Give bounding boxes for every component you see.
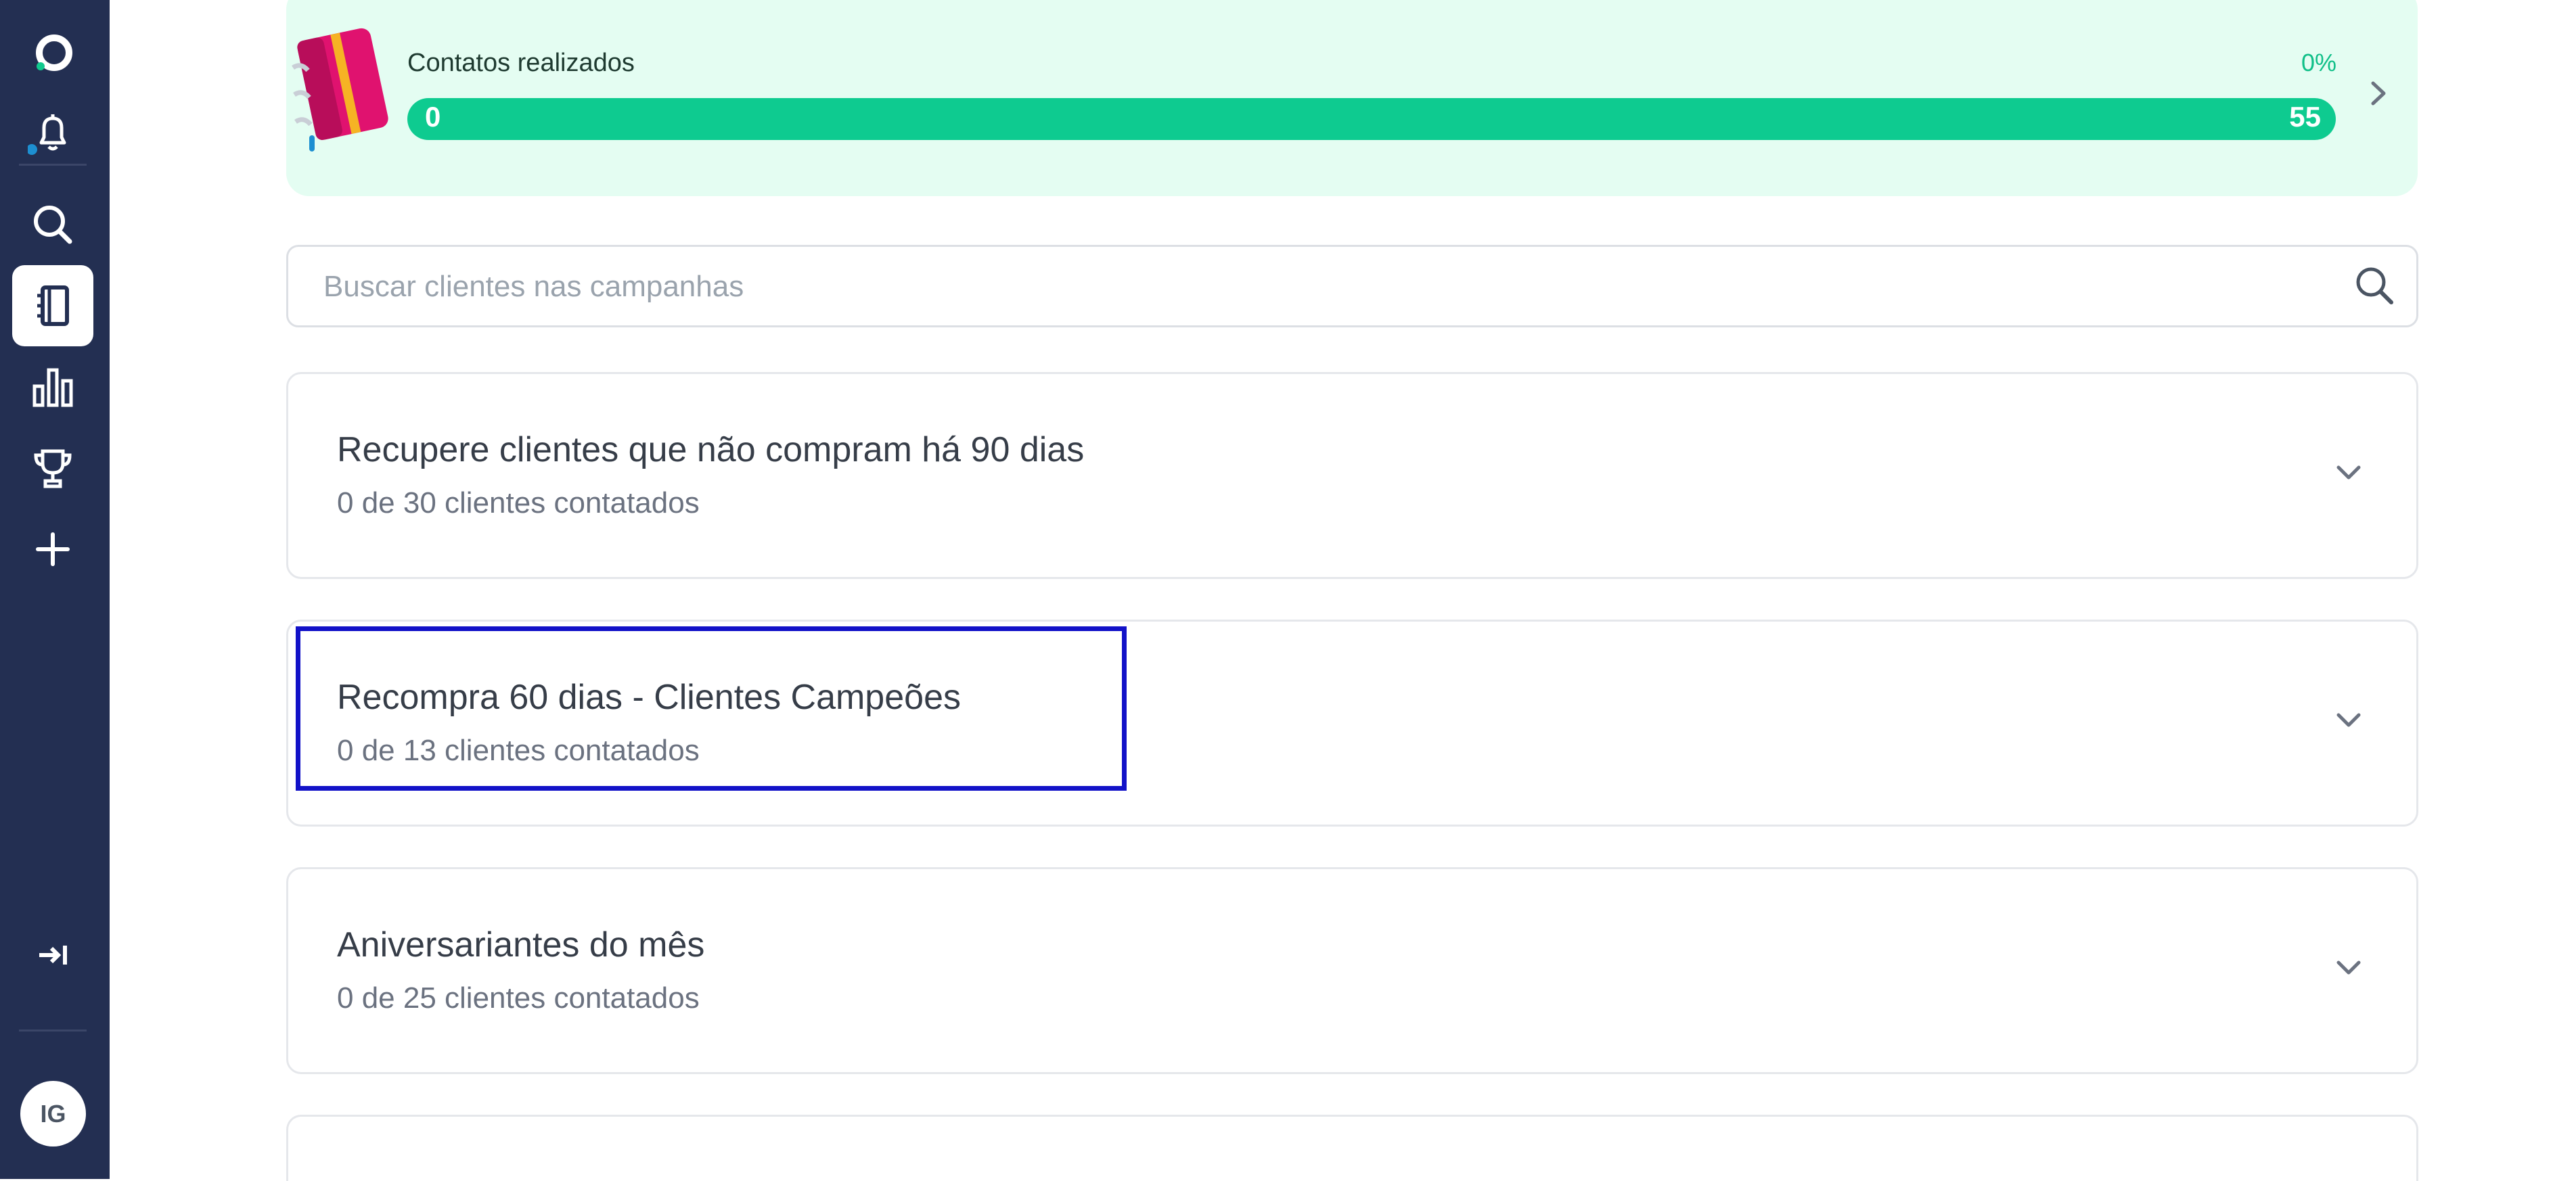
campaign-progress-text: 0 de 25 clientes contatados bbox=[337, 981, 700, 1015]
trophy-icon[interactable] bbox=[12, 427, 93, 509]
sidebar-divider bbox=[19, 1029, 87, 1032]
notebook-illustration-icon bbox=[286, 20, 394, 159]
progress-max-value: 55 bbox=[2289, 101, 2321, 133]
plus-icon[interactable] bbox=[12, 509, 93, 590]
campaign-card[interactable]: Aniversariantes do mês 0 de 25 clientes … bbox=[286, 867, 2418, 1074]
avatar[interactable]: IG bbox=[20, 1081, 86, 1147]
progress-label: Contatos realizados bbox=[407, 49, 635, 77]
search-nav-icon[interactable] bbox=[12, 184, 93, 265]
search-box bbox=[286, 245, 2418, 327]
chevron-down-icon[interactable] bbox=[2332, 459, 2366, 490]
campaign-title: Recupere clientes que não compram há 90 … bbox=[337, 430, 1085, 469]
campaign-title: Aniversariantes do mês bbox=[337, 925, 705, 965]
notification-bell-icon[interactable] bbox=[12, 92, 93, 173]
campaigns-notebook-icon[interactable] bbox=[12, 265, 93, 346]
bar-chart-icon[interactable] bbox=[12, 346, 93, 427]
chevron-right-icon[interactable] bbox=[2365, 76, 2392, 114]
campaign-progress-text: 0 de 30 clientes contatados bbox=[337, 486, 700, 519]
progress-bar bbox=[407, 98, 2336, 140]
campaign-card[interactable]: Recupere clientes que não compram há 90 … bbox=[286, 372, 2418, 579]
search-input[interactable] bbox=[322, 266, 2321, 308]
search-icon[interactable] bbox=[2352, 263, 2397, 311]
chevron-down-icon[interactable] bbox=[2332, 954, 2366, 985]
logo-icon[interactable] bbox=[12, 12, 93, 93]
sidebar-divider bbox=[19, 164, 87, 166]
sidebar: IG bbox=[0, 0, 110, 1179]
progress-min-value: 0 bbox=[425, 101, 441, 133]
highlight-box bbox=[296, 626, 1127, 791]
chevron-down-icon[interactable] bbox=[2332, 707, 2366, 737]
campaign-card[interactable] bbox=[286, 1115, 2418, 1181]
progress-percent: 0% bbox=[2301, 49, 2336, 76]
collapse-sidebar-icon[interactable] bbox=[12, 914, 93, 996]
